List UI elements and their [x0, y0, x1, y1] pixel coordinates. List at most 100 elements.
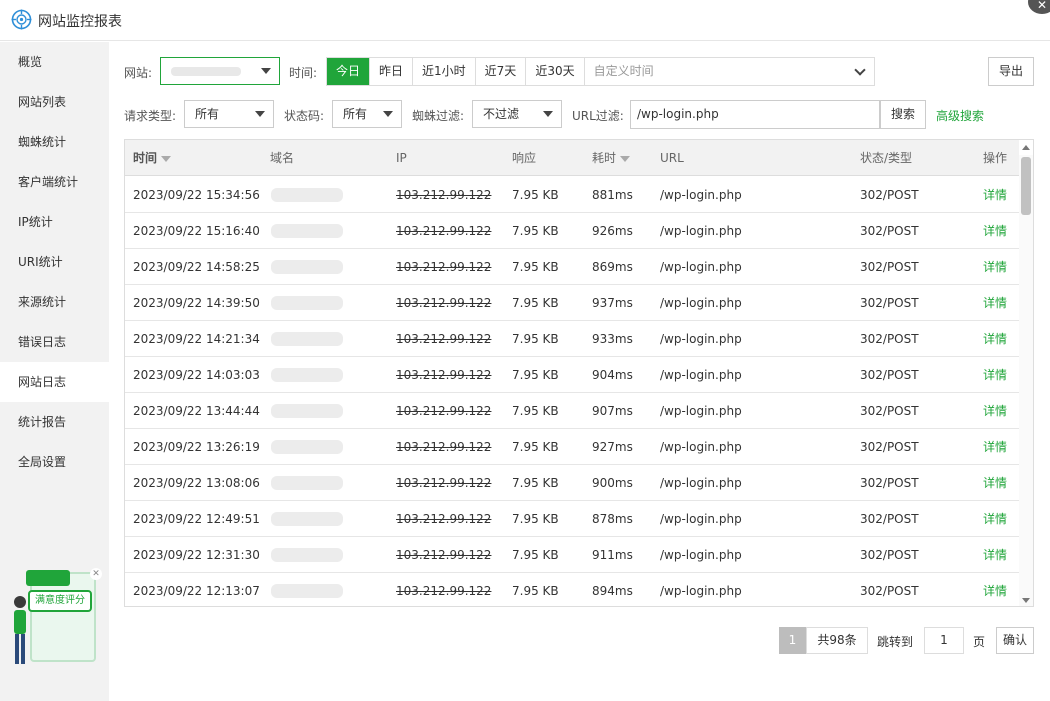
chevron-down-icon — [383, 111, 393, 117]
sidebar-item-site-list[interactable]: 网站列表 — [0, 82, 109, 122]
detail-link[interactable]: 详情 — [983, 357, 1007, 393]
export-button[interactable]: 导出 — [988, 57, 1034, 86]
time-option-30d[interactable]: 近30天 — [526, 58, 585, 85]
cell-response: 7.95 KB — [512, 260, 559, 274]
cell-elapsed: 911ms — [592, 548, 633, 562]
detail-link[interactable]: 详情 — [983, 177, 1007, 213]
sidebar-item-client-stats[interactable]: 客户端统计 — [0, 162, 109, 202]
detail-link[interactable]: 详情 — [983, 213, 1007, 249]
page-jump-input[interactable]: 1 — [924, 627, 964, 654]
search-button[interactable]: 搜索 — [880, 100, 926, 129]
sidebar-item-uri-stats[interactable]: URI统计 — [0, 242, 109, 282]
sidebar-item-ip-stats[interactable]: IP统计 — [0, 202, 109, 242]
url-filter-input[interactable]: /wp-login.php — [630, 100, 880, 129]
cell-ip: 103.212.99.122 — [396, 476, 492, 490]
col-domain: 域名 — [270, 151, 295, 165]
custom-time-placeholder: 自定义时间 — [593, 64, 654, 78]
time-option-today[interactable]: 今日 — [327, 58, 371, 85]
cell-time: 2023/09/22 13:44:44 — [133, 404, 260, 418]
domain-redacted — [271, 368, 343, 382]
sidebar-item-report[interactable]: 统计报告 — [0, 402, 109, 442]
status-code-select[interactable]: 所有 — [332, 100, 402, 128]
time-option-yesterday[interactable]: 昨日 — [370, 58, 414, 85]
close-icon[interactable]: ✕ — [1028, 0, 1050, 14]
cell-url: /wp-login.php — [660, 512, 742, 526]
url-filter-label: URL过滤: — [572, 109, 624, 123]
cell-response: 7.95 KB — [512, 548, 559, 562]
sort-caret-icon — [161, 155, 172, 162]
spider-filter-select[interactable]: 不过滤 — [472, 100, 562, 128]
col-time[interactable]: 时间 — [133, 140, 172, 176]
table-row: 2023/09/22 14:21:34 103.212.99.122 7.95 KB… — [125, 321, 1019, 357]
cell-elapsed: 900ms — [592, 476, 633, 490]
sidebar-item-referer-stats[interactable]: 来源统计 — [0, 282, 109, 322]
cell-response: 7.95 KB — [512, 332, 559, 346]
detail-link[interactable]: 详情 — [983, 285, 1007, 321]
col-time-label: 时间 — [133, 151, 158, 165]
spider-filter-value: 不过滤 — [483, 107, 520, 121]
rating-card-header — [26, 570, 70, 586]
cell-response: 7.95 KB — [512, 440, 559, 454]
cell-status-type: 302/POST — [860, 368, 919, 382]
col-elapsed[interactable]: 耗时 — [592, 140, 631, 176]
col-response: 响应 — [512, 151, 537, 165]
advanced-search-link[interactable]: 高级搜索 — [936, 107, 984, 124]
cell-elapsed: 878ms — [592, 512, 633, 526]
domain-redacted — [271, 512, 343, 526]
sidebar-item-site-log[interactable]: 网站日志 — [0, 362, 109, 402]
table-row: 2023/09/22 15:34:56 103.212.99.122 7.95 KB… — [125, 177, 1019, 213]
chevron-down-icon — [255, 111, 265, 117]
detail-link[interactable]: 详情 — [983, 393, 1007, 429]
chevron-down-icon — [853, 64, 866, 76]
cell-ip: 103.212.99.122 — [396, 224, 492, 238]
log-table: 时间 域名 IP 响应 耗时 URL 状态/类型 操作 2023/09/22 1… — [124, 139, 1034, 607]
site-label: 网站: — [124, 66, 153, 80]
site-select[interactable] — [160, 57, 280, 85]
page-current[interactable]: 1 — [779, 627, 806, 654]
sidebar-item-overview[interactable]: 概览 — [0, 42, 109, 82]
detail-link[interactable]: 详情 — [983, 321, 1007, 357]
sort-caret-icon — [620, 155, 631, 162]
sidebar-item-global-settings[interactable]: 全局设置 — [0, 442, 109, 482]
title-bar: 网站监控报表 ✕ — [0, 0, 1050, 41]
detail-link[interactable]: 详情 — [983, 537, 1007, 573]
page-confirm-button[interactable]: 确认 — [996, 627, 1034, 654]
time-option-7d[interactable]: 近7天 — [475, 58, 527, 85]
cell-status-type: 302/POST — [860, 224, 919, 238]
table-row: 2023/09/22 12:49:51 103.212.99.122 7.95 KB… — [125, 501, 1019, 537]
detail-link[interactable]: 详情 — [983, 429, 1007, 465]
scroll-up-icon[interactable] — [1022, 145, 1030, 150]
status-code-label: 状态码: — [284, 109, 325, 123]
cell-response: 7.95 KB — [512, 368, 559, 382]
cell-time: 2023/09/22 15:16:40 — [133, 224, 260, 238]
page-jump-label: 跳转到 — [877, 635, 914, 649]
close-widget-icon[interactable]: ✕ — [90, 568, 102, 580]
app-logo-icon — [11, 9, 32, 30]
chevron-down-icon — [261, 68, 271, 74]
domain-redacted — [271, 224, 343, 238]
cell-url: /wp-login.php — [660, 368, 742, 382]
custom-time-picker[interactable]: 自定义时间 — [584, 58, 874, 85]
satisfaction-rating-widget[interactable]: 满意度评分 ✕ — [8, 562, 102, 668]
cell-ip: 103.212.99.122 — [396, 440, 492, 454]
cell-status-type: 302/POST — [860, 296, 919, 310]
cell-url: /wp-login.php — [660, 404, 742, 418]
request-type-select[interactable]: 所有 — [184, 100, 274, 128]
detail-link[interactable]: 详情 — [983, 501, 1007, 537]
detail-link[interactable]: 详情 — [983, 249, 1007, 285]
time-option-1h[interactable]: 近1小时 — [413, 58, 476, 85]
scroll-down-icon[interactable] — [1022, 598, 1030, 603]
sidebar-item-spider-stats[interactable]: 蜘蛛统计 — [0, 122, 109, 162]
scrollbar-thumb[interactable] — [1021, 157, 1031, 215]
cell-url: /wp-login.php — [660, 224, 742, 238]
table-scrollbar[interactable] — [1019, 145, 1033, 606]
col-ip: IP — [396, 151, 407, 165]
cell-url: /wp-login.php — [660, 296, 742, 310]
cell-elapsed: 927ms — [592, 440, 633, 454]
sidebar-item-error-log[interactable]: 错误日志 — [0, 322, 109, 362]
cell-response: 7.95 KB — [512, 296, 559, 310]
detail-link[interactable]: 详情 — [983, 465, 1007, 501]
detail-link[interactable]: 详情 — [983, 573, 1007, 606]
cell-time: 2023/09/22 13:26:19 — [133, 440, 260, 454]
cell-status-type: 302/POST — [860, 404, 919, 418]
